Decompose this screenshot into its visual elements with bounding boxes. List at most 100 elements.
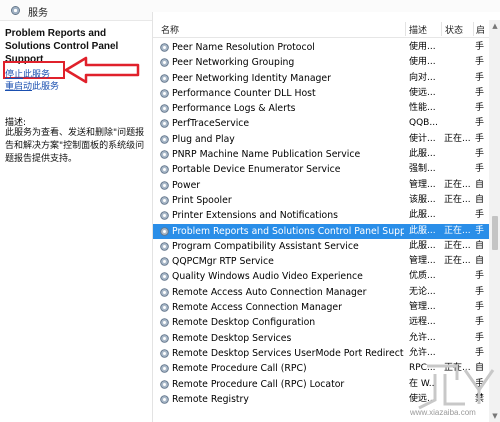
row-description: 此服... (409, 240, 436, 251)
row-description: 强制... (409, 164, 436, 175)
row-startup: 手 (475, 347, 485, 358)
table-row[interactable]: PNRP Machine Name Publication Service 此服.… (153, 147, 489, 162)
table-row-selected[interactable]: Problem Reports and Solutions Control Pa… (153, 223, 489, 239)
restart-link-rest[interactable]: 此服务 (32, 82, 59, 92)
row-name: Quality Windows Audio Video Experience (172, 271, 363, 283)
row-startup: 手 (475, 286, 485, 297)
table-row[interactable]: Remote Access Connection Manager 管理... 手 (153, 300, 489, 315)
gear-icon (11, 6, 20, 15)
row-name: Remote Procedure Call (RPC) Locator (172, 378, 345, 390)
row-startup: 手 (475, 57, 485, 68)
row-name: Peer Networking Identity Manager (172, 72, 331, 84)
table-row[interactable]: Quality Windows Audio Video Experience 优质… (153, 269, 489, 284)
table-row[interactable]: Remote Desktop Configuration 远程... 手 (153, 315, 489, 330)
row-name: Power (172, 179, 201, 191)
table-row[interactable]: Plug and Play 使计... 正在... 手 (153, 132, 489, 147)
table-row[interactable]: Remote Desktop Services UserMode Port Re… (153, 346, 489, 361)
row-startup: 手 (475, 72, 485, 83)
row-name: PerfTraceService (172, 118, 250, 130)
table-row[interactable]: Peer Networking Grouping 使用... 手 (153, 55, 489, 70)
gear-icon (160, 303, 169, 312)
row-description: QQB... (409, 118, 438, 129)
row-name: Performance Logs & Alerts (172, 103, 296, 115)
restart-link-word[interactable]: 重启动 (5, 82, 32, 92)
table-row[interactable]: Portable Device Enumerator Service 强制... 手 (153, 162, 489, 177)
gear-icon (160, 196, 169, 205)
gear-icon (160, 165, 169, 175)
table-row[interactable]: Power 管理... 正在... 自 (153, 178, 489, 193)
table-row[interactable]: QQPCMgr RTP Service 管理... 正在... 自 (153, 254, 489, 269)
row-name: Program Compatibility Assistant Service (172, 240, 359, 252)
row-name: PNRP Machine Name Publication Service (172, 149, 361, 161)
row-name: Remote Registry (172, 393, 249, 405)
row-description: 使用... (409, 57, 436, 68)
column-name[interactable]: 名称 (161, 23, 179, 36)
row-description: 优质... (409, 271, 436, 282)
row-startup: 手 (475, 149, 485, 160)
row-name: Printer Extensions and Notifications (172, 210, 338, 222)
gear-icon (160, 349, 169, 358)
table-row[interactable]: Peer Networking Identity Manager 向对... 手 (153, 71, 489, 86)
restart-service-link[interactable]: 重启动此服务 (5, 79, 59, 92)
column-divider[interactable] (441, 22, 442, 36)
table-row[interactable]: Peer Name Resolution Protocol 使用... 手 (153, 40, 489, 55)
gear-icon (160, 318, 169, 328)
row-status: 正在... (444, 240, 471, 251)
row-name: Remote Procedure Call (RPC) (172, 363, 307, 375)
row-startup: 手 (475, 210, 485, 221)
table-row[interactable]: Remote Access Auto Connection Manager 无论.… (153, 285, 489, 300)
table-row[interactable]: Remote Desktop Services 允许... 手 (153, 331, 489, 346)
gear-icon (160, 257, 169, 266)
table-row[interactable]: Program Compatibility Assistant Service 此… (153, 239, 489, 254)
gear-icon (160, 211, 169, 221)
annotation-arrow-icon (64, 56, 140, 84)
row-startup: 手 (475, 164, 485, 175)
row-startup: 自 (475, 240, 485, 251)
row-description: 此服... (409, 210, 436, 221)
column-divider[interactable] (473, 22, 474, 36)
row-description: 此服... (409, 225, 436, 236)
row-name: QQPCMgr RTP Service (172, 256, 274, 268)
row-description: 向对... (409, 72, 436, 83)
row-status: 正在... (444, 256, 471, 267)
description-pane: Problem Reports and Solutions Control Pa… (0, 21, 152, 422)
row-name: Remote Access Connection Manager (172, 302, 342, 314)
row-description: 远程... (409, 317, 436, 328)
row-name: Peer Name Resolution Protocol (172, 42, 315, 53)
table-row[interactable]: Performance Logs & Alerts 性能... 手 (153, 101, 489, 116)
table-row[interactable]: Performance Counter DLL Host 使远... 手 (153, 86, 489, 101)
column-description[interactable]: 描述 (409, 23, 427, 36)
row-description: 此服... (409, 149, 436, 160)
gear-icon (160, 58, 169, 68)
row-description: 无论... (409, 286, 436, 297)
row-status: 正在... (444, 194, 471, 205)
row-startup: 手 (475, 133, 485, 144)
row-description: 管理... (409, 179, 436, 190)
column-status[interactable]: 状态 (445, 23, 463, 36)
gear-icon (160, 180, 169, 190)
gear-icon (160, 287, 169, 297)
gear-icon (160, 242, 169, 251)
row-name: Peer Networking Grouping (172, 57, 295, 69)
window-title: 服务 (28, 8, 48, 19)
row-description: 使用... (409, 42, 436, 52)
table-row[interactable]: PerfTraceService QQB... 手 (153, 116, 489, 131)
row-name: Remote Access Auto Connection Manager (172, 286, 367, 298)
row-startup: 手 (475, 118, 485, 129)
scroll-thumb[interactable] (492, 216, 498, 250)
row-name: Problem Reports and Solutions Control Pa… (172, 225, 404, 237)
row-description: 允许... (409, 347, 436, 358)
row-startup: 手 (475, 332, 485, 343)
row-name: Print Spooler (172, 194, 232, 206)
row-description: 管理... (409, 256, 436, 267)
row-startup: 手 (475, 225, 485, 236)
row-description: 允许... (409, 332, 436, 343)
row-status: 正在... (444, 179, 471, 190)
table-row[interactable]: Printer Extensions and Notifications 此服..… (153, 208, 489, 223)
column-divider[interactable] (405, 22, 406, 36)
scroll-up-icon[interactable]: ▲ (491, 22, 499, 30)
table-row[interactable]: Print Spooler 该服... 正在... 自 (153, 193, 489, 208)
row-startup: 手 (475, 317, 485, 328)
column-startup[interactable]: 启 (476, 23, 485, 36)
row-startup: 手 (475, 302, 485, 313)
